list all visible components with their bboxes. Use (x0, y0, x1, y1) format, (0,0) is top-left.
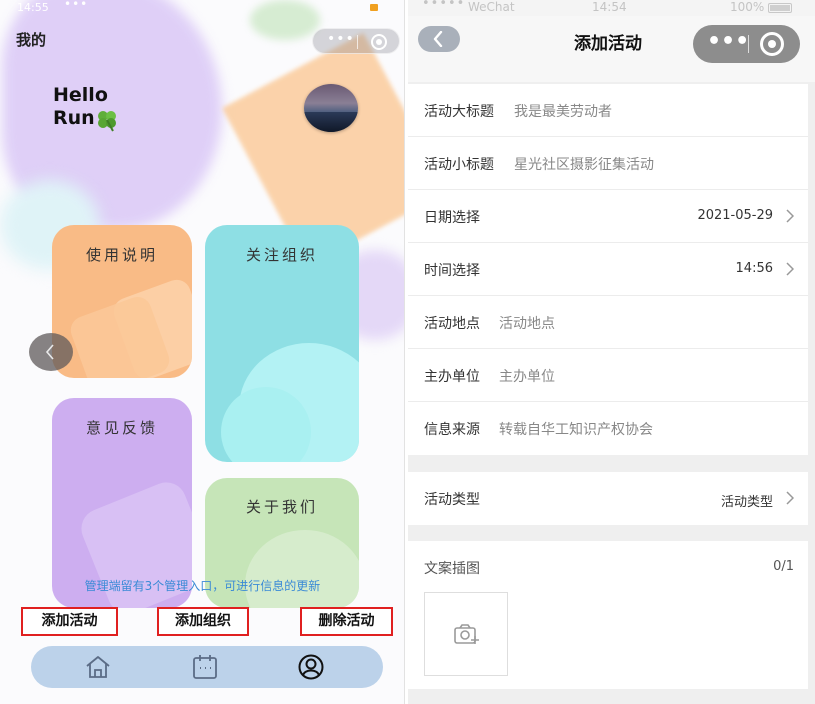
source-input[interactable]: 转载自华工知识产权协会 (499, 419, 653, 439)
clover-icon (98, 111, 116, 132)
location-input[interactable]: 活动地点 (499, 313, 555, 333)
carrier-label: WeChat (468, 0, 515, 14)
field-source[interactable]: 信息来源 转载自华工知识产权协会 (408, 402, 808, 455)
status-time: 14:55 (17, 1, 49, 14)
mini-program-capsule[interactable]: ••• (693, 25, 800, 63)
capsule-divider (357, 35, 358, 49)
field-label: 日期选择 (424, 210, 480, 226)
card-usage[interactable]: 使用说明 (52, 225, 192, 378)
field-label: 活动类型 (424, 492, 480, 508)
page-title: 我的 (16, 31, 47, 49)
chevron-right-icon (786, 209, 794, 223)
nav-bar: 添加活动 ••• (408, 16, 815, 82)
image-upload-button[interactable] (424, 592, 508, 676)
field-label: 主办单位 (424, 369, 480, 385)
screenshot-root: 14:55 ••• 我的 ••• Hello Run 使用说明 关注组织 意见反… (0, 0, 815, 704)
card-about-label: 关于我们 (245, 498, 318, 516)
tab-profile[interactable] (297, 654, 325, 680)
signal-dots: ••••• (422, 0, 466, 11)
status-bar: 14:55 ••• (0, 0, 404, 16)
admin-note: 管理端留有3个管理入口，可进行信息的更新 (84, 579, 321, 593)
upload-label: 文案插图 (424, 561, 480, 577)
avatar[interactable] (304, 84, 358, 132)
field-label: 时间选择 (424, 263, 480, 279)
card-feedback-label: 意见反馈 (85, 419, 158, 437)
card-follow-org[interactable]: 关注组织 (205, 225, 359, 462)
close-mini-program-icon[interactable] (371, 34, 387, 50)
capsule-divider (748, 35, 749, 53)
battery-percent: 100% (730, 0, 765, 14)
profile-page: 14:55 ••• 我的 ••• Hello Run 使用说明 关注组织 意见反… (0, 0, 405, 704)
activity-form: 活动大标题 我是最美劳动者 活动小标题 星光社区摄影征集活动 日期选择 2021… (408, 84, 808, 455)
add-photo-icon (454, 624, 479, 644)
more-icon[interactable]: ••• (707, 29, 749, 54)
field-location[interactable]: 活动地点 活动地点 (408, 296, 808, 349)
field-organizer[interactable]: 主办单位 主办单位 (408, 349, 808, 402)
add-org-button[interactable]: 添加组织 (157, 607, 249, 636)
hello-text: Hello (53, 84, 108, 106)
status-bar: ••••• WeChat 14:54 100% (408, 0, 815, 16)
field-label: 活动大标题 (424, 104, 494, 120)
activity-type-section: 活动类型 活动类型 (408, 472, 808, 525)
calendar-icon (193, 655, 217, 679)
subtitle-input[interactable]: 星光社区摄影征集活动 (514, 154, 654, 174)
field-activity-type[interactable]: 活动类型 活动类型 (408, 472, 808, 525)
battery-icon (768, 3, 792, 13)
title-input[interactable]: 我是最美劳动者 (514, 101, 612, 121)
illustration-upload-section: 文案插图 0/1 (408, 541, 808, 689)
activity-type-picker[interactable]: 活动类型 (721, 491, 773, 510)
user-icon (298, 654, 324, 680)
field-label: 活动小标题 (424, 157, 494, 173)
chevron-right-icon (786, 262, 794, 276)
add-activity-page: ••••• WeChat 14:54 100% 添加活动 ••• 活动大标题 我… (408, 0, 815, 704)
field-date[interactable]: 日期选择 2021-05-29 (408, 190, 808, 243)
card-usage-label: 使用说明 (85, 246, 158, 264)
field-label: 信息来源 (424, 422, 480, 438)
time-picker-value[interactable]: 14:56 (736, 261, 773, 276)
upload-count: 0/1 (773, 559, 794, 574)
card-decoration (245, 530, 359, 608)
mini-program-capsule[interactable]: ••• (312, 28, 400, 54)
status-signal-dots: ••• (64, 0, 89, 11)
tab-calendar[interactable] (191, 654, 219, 680)
tab-bar (31, 646, 383, 688)
more-icon[interactable]: ••• (327, 31, 355, 47)
home-icon (86, 656, 110, 678)
status-time: 14:54 (592, 0, 627, 14)
carousel-prev-button[interactable] (29, 333, 73, 371)
battery-icon (370, 4, 378, 11)
field-title[interactable]: 活动大标题 我是最美劳动者 (408, 84, 808, 137)
card-follow-label: 关注组织 (245, 246, 318, 264)
chevron-left-icon (45, 344, 54, 360)
tab-home[interactable] (84, 654, 112, 680)
close-mini-program-icon[interactable] (760, 32, 784, 56)
organizer-input[interactable]: 主办单位 (499, 366, 555, 386)
add-activity-button[interactable]: 添加活动 (21, 607, 118, 636)
field-label: 活动地点 (424, 316, 480, 332)
date-picker-value[interactable]: 2021-05-29 (697, 208, 773, 223)
field-subtitle[interactable]: 活动小标题 星光社区摄影征集活动 (408, 137, 808, 190)
chevron-right-icon (786, 491, 794, 505)
field-time[interactable]: 时间选择 14:56 (408, 243, 808, 296)
delete-activity-button[interactable]: 删除活动 (300, 607, 393, 636)
